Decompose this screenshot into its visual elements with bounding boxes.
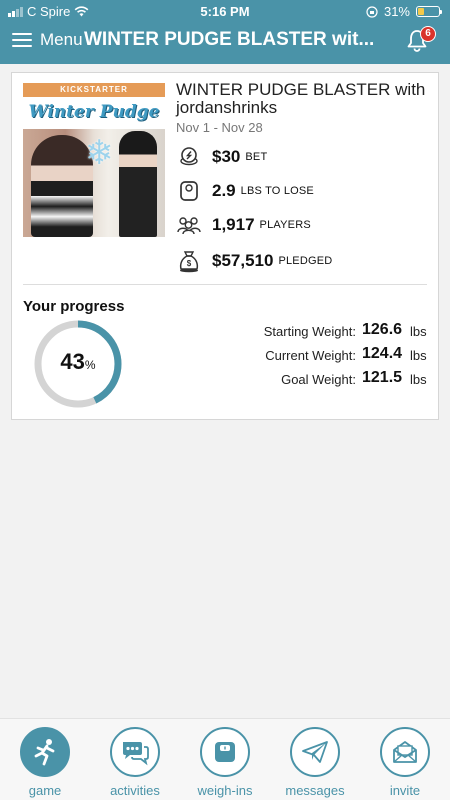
person-figure-right [119, 131, 157, 237]
progress-title: Your progress [23, 298, 125, 315]
stat-players: 1,917 PLAYERS [176, 213, 426, 237]
money-bag-icon: $ [176, 249, 202, 273]
stat-pledged-value: $57,510 [212, 251, 274, 270]
stat-lbs-to-lose: 2.9 LBS TO LOSE [176, 179, 426, 203]
progress-percent: 43% [31, 349, 125, 375]
stat-bet: $30 BET [176, 145, 426, 169]
nav-invite-label: invite [389, 783, 421, 798]
nav-activities[interactable]: activities [90, 727, 180, 798]
nav-game[interactable]: game [0, 727, 90, 798]
goal-weight-label: Goal Weight: [281, 372, 356, 387]
app-header: Menu WINTER PUDGE BLASTER wit... 6 [0, 26, 450, 60]
scale-icon [200, 727, 250, 777]
current-weight-value: 124.4 [362, 345, 403, 362]
paper-plane-icon [290, 727, 340, 777]
notification-badge: 6 [420, 26, 436, 42]
progress-percent-value: 43 [60, 349, 85, 374]
hamburger-icon [12, 33, 32, 47]
coin-bet-icon [176, 145, 202, 169]
starting-weight-row: Starting Weight: 126.6 lbs [252, 321, 428, 343]
promo-script-title: Winter Pudge Blaster [23, 97, 165, 152]
game-dates: Nov 1 - Nov 28 [176, 120, 263, 135]
scale-icon [176, 179, 202, 203]
nav-weigh-ins[interactable]: weigh-ins [180, 727, 270, 798]
rotation-lock-icon [366, 5, 378, 18]
goal-weight-unit: lbs [410, 372, 427, 387]
stat-pledged-unit: PLEDGED [278, 255, 333, 267]
goal-weight-value: 121.5 [362, 369, 403, 386]
page-title: WINTER PUDGE BLASTER wit... [84, 29, 375, 50]
nav-messages-label: messages [285, 783, 345, 798]
nav-invite[interactable]: invite [360, 727, 450, 798]
card-divider [23, 284, 427, 285]
stat-players-value: 1,917 [212, 215, 255, 234]
game-promo-image: KICKSTARTER Winter Pudge Blaster ❄ [23, 83, 165, 237]
status-bar: C Spire 5:16 PM 31% [0, 0, 450, 22]
battery-icon [416, 6, 442, 17]
svg-text:$: $ [187, 259, 192, 268]
top-bar: C Spire 5:16 PM 31% Menu WINTER PUDGE BL… [0, 0, 450, 64]
current-weight-unit: lbs [410, 348, 427, 363]
stat-bet-unit: BET [245, 151, 268, 163]
envelope-icon [380, 727, 430, 777]
chat-bubbles-icon [110, 727, 160, 777]
nav-messages[interactable]: messages [270, 727, 360, 798]
game-card[interactable]: KICKSTARTER Winter Pudge Blaster ❄ WINTE… [11, 72, 439, 420]
menu-label: Menu [40, 30, 83, 49]
nav-game-label: game [28, 783, 62, 798]
stat-players-unit: PLAYERS [259, 219, 311, 231]
notifications-button[interactable]: 6 [404, 26, 436, 56]
stat-lbs-value: 2.9 [212, 181, 236, 200]
person-figure-left [31, 135, 93, 237]
starting-weight-unit: lbs [410, 324, 427, 339]
starting-weight-label: Starting Weight: [263, 324, 356, 339]
progress-percent-sign: % [84, 358, 96, 372]
game-name: WINTER PUDGE BLASTER with jordanshrinks [176, 80, 426, 117]
stat-bet-value: $30 [212, 147, 241, 166]
players-icon [176, 213, 202, 237]
battery-percent: 31% [383, 4, 410, 19]
menu-button[interactable]: Menu [12, 30, 83, 50]
stat-lbs-unit: LBS TO LOSE [240, 185, 314, 197]
current-weight-label: Current Weight: [265, 348, 356, 363]
promo-photo: ❄ [23, 129, 165, 237]
goal-weight-row: Goal Weight: 121.5 lbs [252, 369, 428, 391]
status-right: 31% [366, 4, 442, 19]
promo-banner: KICKSTARTER [23, 83, 165, 97]
current-weight-row: Current Weight: 124.4 lbs [252, 345, 428, 367]
stat-pledged: $ $57,510 PLEDGED [176, 249, 426, 273]
starting-weight-value: 126.6 [362, 321, 403, 338]
bottom-nav: game activities weigh-ins messages invit… [0, 718, 450, 800]
nav-activities-label: activities [110, 783, 160, 798]
snowflake-icon: ❄ [85, 134, 114, 172]
runner-icon [20, 727, 70, 777]
nav-weigh-ins-label: weigh-ins [197, 783, 253, 798]
